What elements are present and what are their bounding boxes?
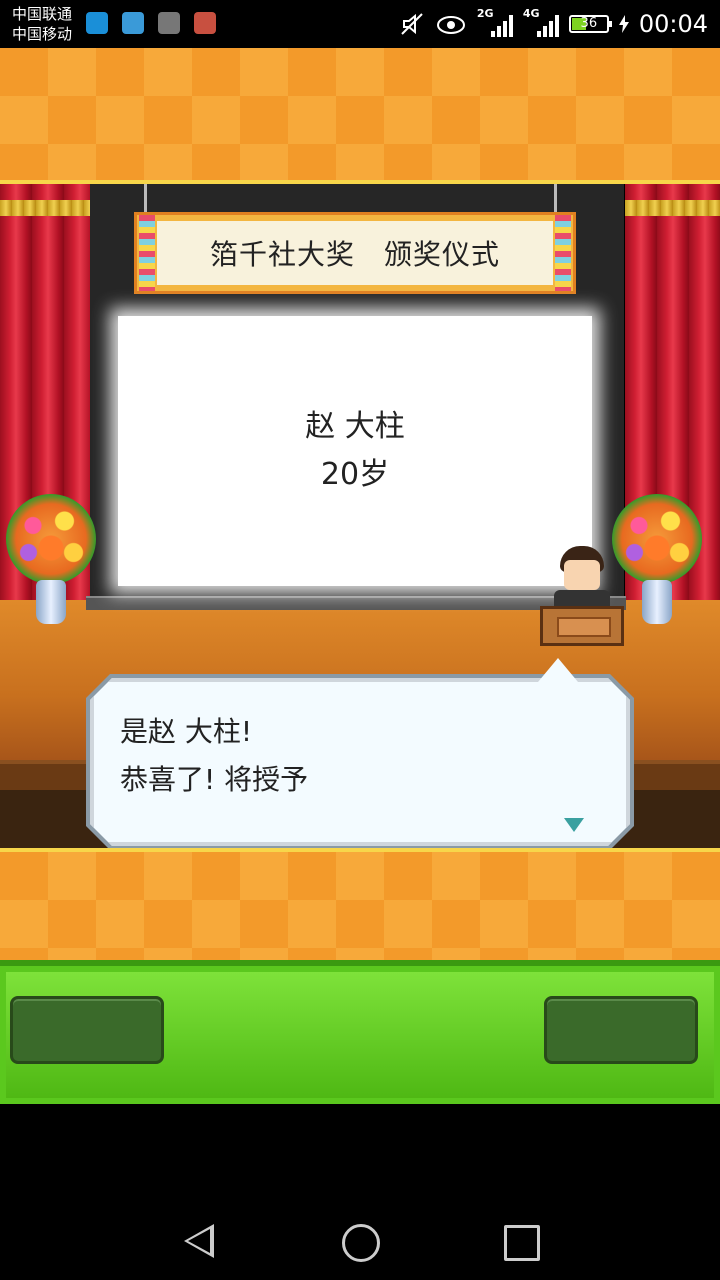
navigation-bar: [0, 1104, 720, 1280]
bouquet-icon: [6, 494, 96, 584]
winner-name: 赵 大柱: [305, 409, 405, 444]
game-scene[interactable]: 箔千社大奖 颁奖仪式 赵 大柱 20岁 是赵 大柱! 恭喜了! 将授予: [0, 48, 720, 1104]
battery-icon: 36: [568, 15, 612, 33]
winner-age: 20岁: [320, 457, 390, 492]
award-banner: 箔千社大奖 颁奖仪式: [134, 212, 576, 294]
dialog-tail: [538, 658, 578, 682]
vase-icon: [36, 580, 66, 624]
banner-deco-left: [139, 215, 155, 291]
signal-4g-icon: 4G: [523, 7, 559, 39]
podium-panel: [557, 617, 611, 637]
home-icon[interactable]: [342, 1224, 380, 1262]
status-bar: 中国联通 中国移动 2G 4G 36 00:04: [0, 0, 720, 48]
eye-comfort-icon: [436, 16, 465, 34]
podium: [540, 606, 624, 646]
menu-left-button[interactable]: [10, 996, 164, 1064]
flower-vase-right: [612, 494, 702, 626]
carrier-2: 中国移动: [12, 25, 73, 43]
award-screen: 赵 大柱 20岁: [118, 316, 592, 586]
health-app-icon: [122, 12, 144, 34]
mute-icon: [401, 13, 423, 35]
recent-apps-icon[interactable]: [504, 1225, 540, 1261]
vase-icon: [642, 580, 672, 624]
presenter-face: [564, 560, 600, 590]
signal-2g-icon: 2G: [477, 7, 513, 39]
banner-title: 箔千社大奖 颁奖仪式: [157, 221, 553, 285]
flower-vase-left: [6, 494, 96, 626]
battery-level: 36: [580, 16, 598, 31]
bottom-menu-bar: [0, 960, 720, 1104]
charging-icon: [618, 15, 629, 33]
dialog-line-2: 恭喜了! 将授予: [120, 763, 309, 796]
banner-deco-right: [555, 215, 571, 291]
menu-right-button[interactable]: [544, 996, 698, 1064]
carrier-1: 中国联通: [12, 5, 73, 23]
presenter-at-podium: [540, 546, 624, 650]
bottom-checker-backdrop: [0, 848, 720, 962]
right-valance: [625, 200, 720, 216]
game-app-icon: [194, 12, 216, 34]
back-icon[interactable]: [184, 1224, 214, 1258]
bouquet-icon: [612, 494, 702, 584]
carrier-info: 中国联通 中国移动: [12, 4, 72, 44]
gallery-app-icon: [158, 12, 180, 34]
left-valance: [0, 200, 95, 216]
top-checker-backdrop: [0, 48, 720, 184]
dialog-text: 是赵 大柱! 恭喜了! 将授予: [120, 708, 308, 804]
evu-app-icon: [86, 12, 108, 34]
clock: 00:04: [638, 10, 708, 38]
dialog-line-1: 是赵 大柱!: [120, 715, 253, 748]
dialog-bubble[interactable]: 是赵 大柱! 恭喜了! 将授予: [80, 658, 640, 850]
next-arrow-icon[interactable]: [564, 818, 584, 832]
